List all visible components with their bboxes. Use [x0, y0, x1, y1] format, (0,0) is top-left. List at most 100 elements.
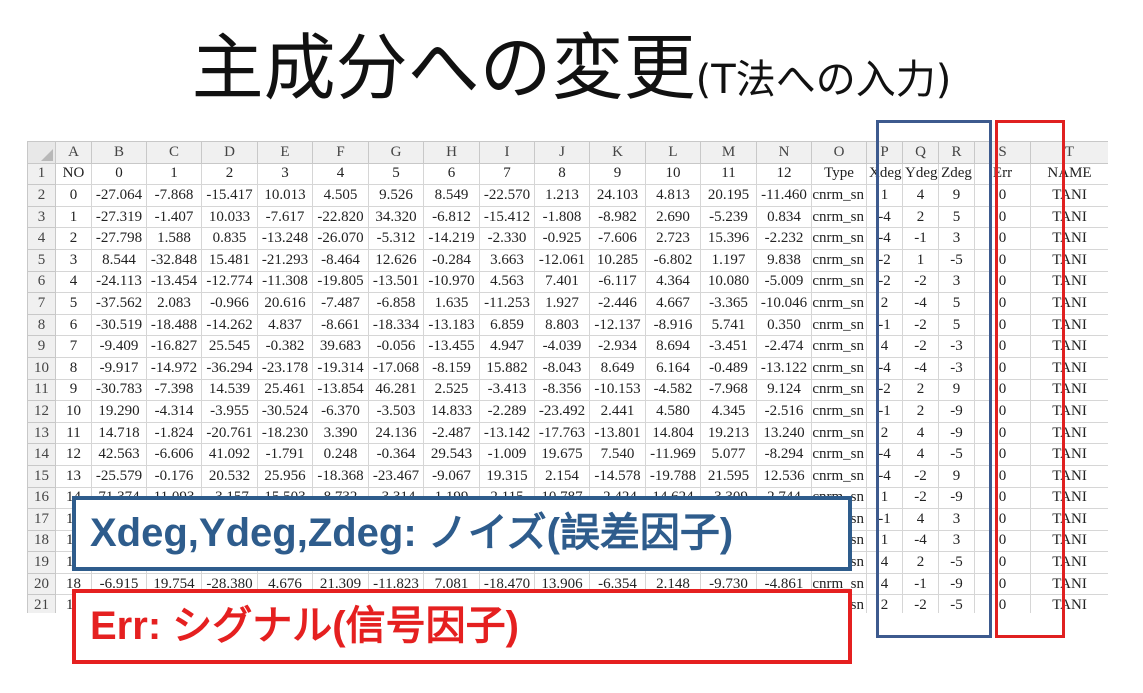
column-label[interactable]: 9 [589, 162, 646, 186]
cell[interactable]: -8.294 [756, 443, 812, 466]
cell[interactable]: n(cnrm_sn [811, 205, 867, 229]
row-number[interactable]: 11 [27, 378, 56, 402]
cell[interactable]: -14.262 [201, 313, 258, 337]
cell[interactable]: -6.858 [368, 292, 424, 315]
column-header-j[interactable]: J [534, 141, 590, 164]
cell[interactable]: 2.154 [534, 464, 590, 488]
cell[interactable]: -3.365 [700, 292, 757, 315]
cell[interactable]: 46.281 [368, 378, 424, 402]
cell[interactable]: -1.791 [257, 443, 313, 466]
cell[interactable]: -0.176 [146, 464, 202, 488]
cell[interactable]: 0.835 [201, 227, 258, 250]
cell[interactable]: -19.805 [312, 270, 369, 294]
cell[interactable]: -0.364 [368, 443, 424, 466]
cell[interactable]: n(cnrm_sn [811, 335, 867, 358]
column-label[interactable]: 0 [91, 162, 147, 186]
cell[interactable]: -27.064 [91, 184, 147, 207]
cell[interactable]: -8.916 [645, 313, 701, 337]
cell[interactable]: n(cnrm_sn [811, 270, 867, 294]
column-label[interactable]: 5 [368, 162, 424, 186]
cell[interactable]: -2.232 [756, 227, 812, 250]
cell[interactable]: 9.838 [756, 248, 812, 272]
row-number[interactable]: 20 [27, 572, 56, 596]
cell[interactable]: 10.033 [201, 205, 258, 229]
cell[interactable]: -22.820 [312, 205, 369, 229]
column-label[interactable]: 7 [479, 162, 535, 186]
cell[interactable]: -11.969 [645, 443, 701, 466]
cell[interactable]: -16.827 [146, 335, 202, 358]
cell[interactable]: -7.487 [312, 292, 369, 315]
row-number[interactable]: 1 [27, 162, 56, 186]
cell[interactable]: -0.925 [534, 227, 590, 250]
column-header-n[interactable]: N [756, 141, 812, 164]
cell[interactable]: 4.505 [312, 184, 369, 207]
cell[interactable]: 0.350 [756, 313, 812, 337]
column-label[interactable]: 8 [534, 162, 590, 186]
cell[interactable]: 12 [55, 443, 92, 466]
cell[interactable]: -8.661 [312, 313, 369, 337]
cell[interactable]: 25.545 [201, 335, 258, 358]
row-number[interactable]: 10 [27, 356, 56, 380]
cell[interactable]: -6.606 [146, 443, 202, 466]
cell[interactable]: 42.563 [91, 443, 147, 466]
cell[interactable]: 3.390 [312, 421, 369, 445]
column-header-c[interactable]: C [146, 141, 202, 164]
cell[interactable]: -13.455 [423, 335, 480, 358]
cell[interactable]: -2.934 [589, 335, 646, 358]
cell[interactable]: 1.635 [423, 292, 480, 315]
cell[interactable]: 24.103 [589, 184, 646, 207]
cell[interactable]: -17.763 [534, 421, 590, 445]
cell[interactable]: 5.741 [700, 313, 757, 337]
cell[interactable]: 4.947 [479, 335, 535, 358]
column-header-l[interactable]: L [645, 141, 701, 164]
cell[interactable]: 4.580 [645, 400, 701, 423]
cell[interactable]: -15.412 [479, 205, 535, 229]
cell[interactable]: -2.330 [479, 227, 535, 250]
cell[interactable]: n(cnrm_sn [811, 378, 867, 402]
row-number[interactable]: 16 [27, 486, 56, 510]
cell[interactable]: 7.540 [589, 443, 646, 466]
cell[interactable]: n(cnrm_sn [811, 313, 867, 337]
cell[interactable]: 20.616 [257, 292, 313, 315]
cell[interactable]: -11.308 [257, 270, 313, 294]
column-header-f[interactable]: F [312, 141, 369, 164]
cell[interactable]: -8.464 [312, 248, 369, 272]
column-label[interactable]: 4 [312, 162, 369, 186]
cell[interactable]: 1.197 [700, 248, 757, 272]
cell[interactable]: -6.117 [589, 270, 646, 294]
cell[interactable]: n(cnrm_sn [811, 421, 867, 445]
cell[interactable]: -7.868 [146, 184, 202, 207]
cell[interactable]: -23.492 [534, 400, 590, 423]
row-number[interactable]: 9 [27, 335, 56, 358]
cell[interactable]: 15.396 [700, 227, 757, 250]
cell[interactable]: 39.683 [312, 335, 369, 358]
cell[interactable]: -2.446 [589, 292, 646, 315]
cell[interactable]: -12.061 [534, 248, 590, 272]
cell[interactable]: -18.488 [146, 313, 202, 337]
cell[interactable]: -5.009 [756, 270, 812, 294]
cell[interactable]: -36.294 [201, 356, 258, 380]
cell[interactable]: 15.481 [201, 248, 258, 272]
column-label[interactable]: 3 [257, 162, 313, 186]
cell[interactable]: 10.013 [257, 184, 313, 207]
cell[interactable]: -15.417 [201, 184, 258, 207]
cell[interactable]: -14.972 [146, 356, 202, 380]
row-number[interactable]: 5 [27, 248, 56, 272]
cell[interactable]: -6.812 [423, 205, 480, 229]
column-header-o[interactable]: O [811, 141, 867, 164]
cell[interactable]: 5 [55, 292, 92, 315]
cell[interactable]: -22.570 [479, 184, 535, 207]
cell[interactable]: 25.461 [257, 378, 313, 402]
column-header-d[interactable]: D [201, 141, 258, 164]
cell[interactable]: -8.356 [534, 378, 590, 402]
cell[interactable]: -12.774 [201, 270, 258, 294]
cell[interactable]: 8.649 [589, 356, 646, 380]
column-header-m[interactable]: M [700, 141, 757, 164]
cell[interactable]: -8.043 [534, 356, 590, 380]
cell[interactable]: n(cnrm_sn [811, 292, 867, 315]
cell[interactable]: 10.080 [700, 270, 757, 294]
cell[interactable]: 9.526 [368, 184, 424, 207]
cell[interactable]: -27.798 [91, 227, 147, 250]
cell[interactable]: -19.314 [312, 356, 369, 380]
column-label[interactable]: Type [811, 162, 867, 186]
